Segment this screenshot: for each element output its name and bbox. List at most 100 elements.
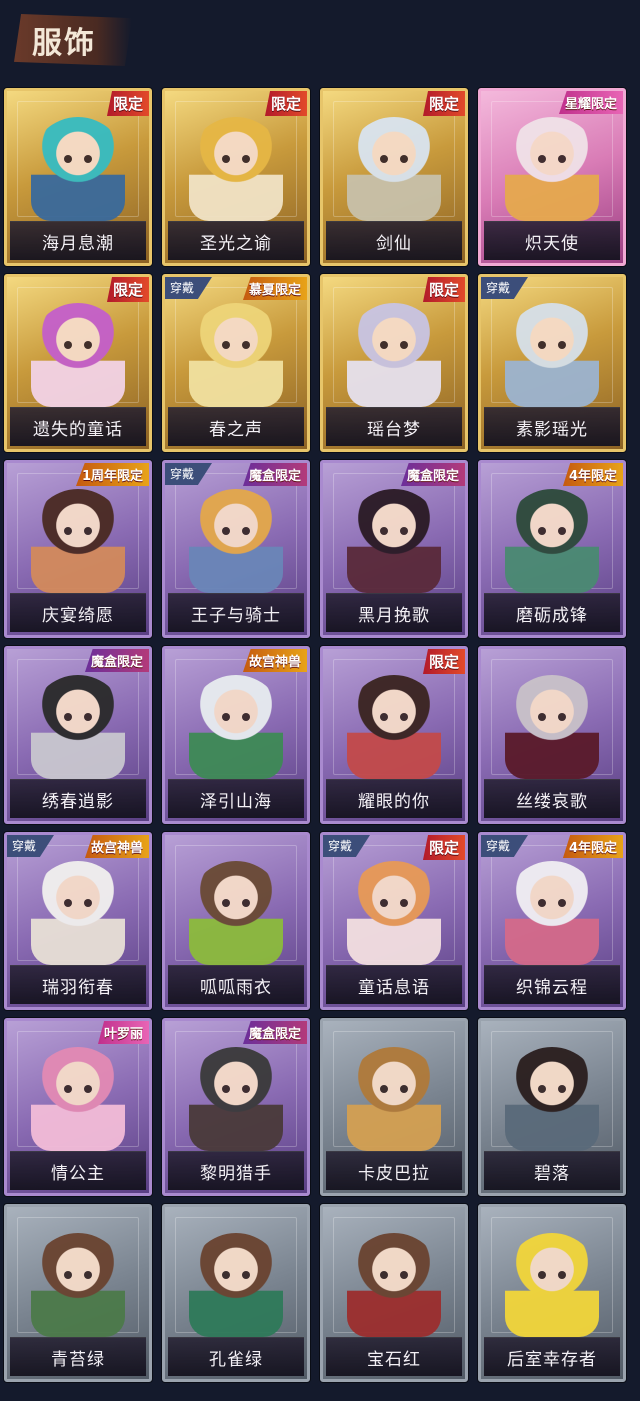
costume-card[interactable]: 限定剑仙 <box>320 88 468 266</box>
character-portrait <box>31 1047 125 1151</box>
portrait-eyes <box>60 527 96 535</box>
portrait-eyes <box>60 341 96 349</box>
costume-card[interactable]: 限定 瑶台梦 <box>320 274 468 452</box>
costume-card[interactable]: 4年限定 磨砺成锋 <box>478 460 626 638</box>
character-portrait <box>347 117 441 221</box>
costume-name-bar: 春之声 <box>168 407 304 446</box>
character-portrait <box>505 861 599 965</box>
costume-name-bar: 瑞羽衔春 <box>10 965 146 1004</box>
equipped-tag: 穿戴 <box>165 277 212 299</box>
limited-badge: 限定 <box>422 91 465 116</box>
portrait-eyes <box>60 155 96 163</box>
costume-name-bar: 丝缕哀歌 <box>484 779 620 818</box>
limited-badge: 限定 <box>106 277 149 302</box>
character-portrait <box>189 675 283 779</box>
costume-name-bar: 海月息潮 <box>10 221 146 260</box>
limited-badge: 魔盒限定 <box>242 1021 307 1044</box>
costume-card[interactable]: 1周年限定庆宴绮愿 <box>4 460 152 638</box>
character-portrait <box>505 675 599 779</box>
costume-name: 素影瑶光 <box>516 419 588 440</box>
costume-name-bar: 情公主 <box>10 1151 146 1190</box>
character-portrait <box>189 489 283 593</box>
costume-card[interactable]: 宝石红 <box>320 1204 468 1382</box>
costume-card[interactable]: 呱呱雨衣 <box>162 832 310 1010</box>
costume-card[interactable]: 魔盒限定 黑月挽歌 <box>320 460 468 638</box>
portrait-eyes <box>376 899 412 907</box>
portrait-eyes <box>376 1085 412 1093</box>
costume-name: 海月息潮 <box>42 233 114 254</box>
character-portrait <box>505 1233 599 1337</box>
equipped-tag: 穿戴 <box>481 277 528 299</box>
character-portrait <box>505 117 599 221</box>
costume-card[interactable]: 碧落 <box>478 1018 626 1196</box>
character-portrait <box>189 1233 283 1337</box>
costume-name: 碧落 <box>534 1163 570 1184</box>
character-portrait <box>347 303 441 407</box>
costume-name-bar: 王子与骑士 <box>168 593 304 632</box>
equipped-tag: 穿戴 <box>481 835 528 857</box>
costume-name-bar: 绣春逍影 <box>10 779 146 818</box>
costume-name-bar: 磨砺成锋 <box>484 593 620 632</box>
costume-card[interactable]: 魔盒限定黎明猎手 <box>162 1018 310 1196</box>
costume-card[interactable]: 故宫神兽 泽引山海 <box>162 646 310 824</box>
costume-name: 织锦云程 <box>516 977 588 998</box>
costume-name-bar: 泽引山海 <box>168 779 304 818</box>
limited-badge: 1周年限定 <box>75 463 149 486</box>
costume-name-bar: 青苔绿 <box>10 1337 146 1376</box>
portrait-eyes <box>218 713 254 721</box>
costume-card[interactable]: 故宫神兽 穿戴 瑞羽衔春 <box>4 832 152 1010</box>
character-portrait <box>31 1233 125 1337</box>
costume-name-bar: 碧落 <box>484 1151 620 1190</box>
costume-name: 剑仙 <box>376 233 412 254</box>
character-portrait <box>347 1047 441 1151</box>
character-portrait <box>31 861 125 965</box>
portrait-eyes <box>534 899 570 907</box>
character-portrait <box>189 303 283 407</box>
costume-card[interactable]: 魔盒限定 绣春逍影 <box>4 646 152 824</box>
character-portrait <box>31 303 125 407</box>
costume-card[interactable]: 限定 穿戴 童话息语 <box>320 832 468 1010</box>
portrait-eyes <box>534 1271 570 1279</box>
costume-card[interactable]: 后室幸存者 <box>478 1204 626 1382</box>
costume-name-bar: 炽天使 <box>484 221 620 260</box>
character-portrait <box>31 675 125 779</box>
costume-name: 春之声 <box>209 419 263 440</box>
costume-card[interactable]: 限定 遗失的童话 <box>4 274 152 452</box>
portrait-eyes <box>376 1271 412 1279</box>
costume-name-bar: 后室幸存者 <box>484 1337 620 1376</box>
costume-card[interactable]: 限定 海月息潮 <box>4 88 152 266</box>
costume-card[interactable]: 孔雀绿 <box>162 1204 310 1382</box>
costume-card[interactable]: 穿戴素影瑶光 <box>478 274 626 452</box>
costume-card[interactable]: 丝缕哀歌 <box>478 646 626 824</box>
costume-name: 磨砺成锋 <box>516 605 588 626</box>
portrait-eyes <box>218 155 254 163</box>
portrait-eyes <box>376 527 412 535</box>
costume-card[interactable]: 慕夏限定 穿戴 春之声 <box>162 274 310 452</box>
costume-name-bar: 圣光之谕 <box>168 221 304 260</box>
costume-card[interactable]: 青苔绿 <box>4 1204 152 1382</box>
costume-name: 黑月挽歌 <box>358 605 430 626</box>
costume-card[interactable]: 魔盒限定 穿戴 王子与骑士 <box>162 460 310 638</box>
limited-badge: 星耀限定 <box>558 91 623 114</box>
costume-name-bar: 剑仙 <box>326 221 462 260</box>
portrait-eyes <box>60 713 96 721</box>
costume-name-bar: 呱呱雨衣 <box>168 965 304 1004</box>
costume-name: 后室幸存者 <box>507 1349 597 1370</box>
costume-name: 宝石红 <box>367 1349 421 1370</box>
character-portrait <box>31 489 125 593</box>
costume-card[interactable]: 卡皮巴拉 <box>320 1018 468 1196</box>
costume-name: 卡皮巴拉 <box>358 1163 430 1184</box>
portrait-eyes <box>376 155 412 163</box>
costume-name: 黎明猎手 <box>200 1163 272 1184</box>
costume-name: 炽天使 <box>525 233 579 254</box>
costume-name-bar: 宝石红 <box>326 1337 462 1376</box>
costume-card[interactable]: 限定 耀眼的你 <box>320 646 468 824</box>
costume-card[interactable]: 4年限定 穿戴 织锦云程 <box>478 832 626 1010</box>
costume-card[interactable]: 星耀限定炽天使 <box>478 88 626 266</box>
costume-card[interactable]: 限定 圣光之谕 <box>162 88 310 266</box>
costume-name: 瑶台梦 <box>367 419 421 440</box>
character-portrait <box>505 489 599 593</box>
costume-name-bar: 庆宴绮愿 <box>10 593 146 632</box>
equipped-tag: 穿戴 <box>7 835 54 857</box>
costume-card[interactable]: 叶罗丽 情公主 <box>4 1018 152 1196</box>
